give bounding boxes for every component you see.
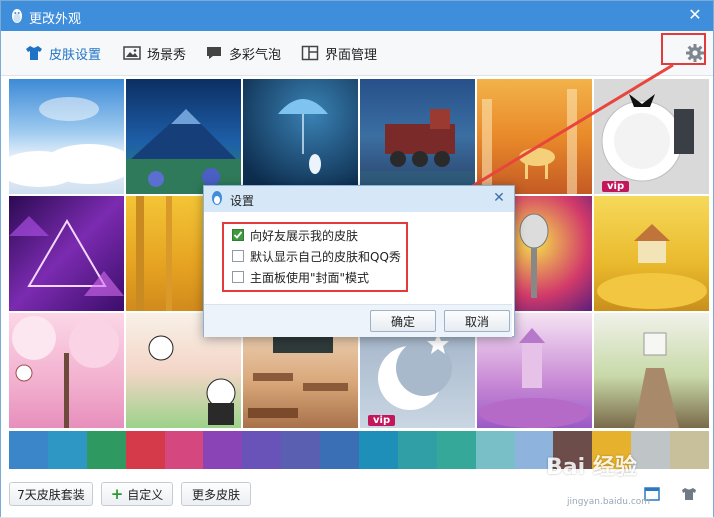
- dialog-title-bar[interactable]: 设置 ✕: [204, 186, 514, 212]
- checkbox[interactable]: [232, 271, 244, 283]
- option-label: 默认显示自己的皮肤和QQ秀: [250, 249, 401, 264]
- dialog-close-button[interactable]: ✕: [490, 189, 508, 207]
- dialog-footer: 确定 取消: [204, 304, 512, 337]
- checkmark-icon: [233, 231, 243, 239]
- button-label: 确定: [390, 314, 415, 329]
- option-cover-mode[interactable]: 主面板使用"封面"模式: [232, 268, 369, 286]
- button-label: 取消: [464, 314, 489, 329]
- dialog-title: 设置: [230, 194, 255, 208]
- checkbox[interactable]: [232, 250, 244, 262]
- appearance-window: 更改外观 ✕ 皮肤设置 场景秀 多彩气泡 界面管理 vip vip 7天皮肤套装…: [0, 0, 714, 517]
- option-default-show-own-skin[interactable]: 默认显示自己的皮肤和QQ秀: [232, 247, 401, 265]
- option-label: 主面板使用"封面"模式: [250, 270, 370, 285]
- checkbox-checked[interactable]: [232, 229, 244, 241]
- option-show-skin-to-friends[interactable]: 向好友展示我的皮肤: [232, 226, 358, 244]
- qq-penguin-icon: [212, 191, 222, 205]
- settings-dialog: 设置 ✕ 向好友展示我的皮肤 默认显示自己的皮肤和QQ秀 主面板使用"封面"模式…: [203, 185, 515, 337]
- ok-button[interactable]: 确定: [370, 310, 436, 332]
- close-icon: ✕: [493, 190, 505, 206]
- cancel-button[interactable]: 取消: [444, 310, 510, 332]
- option-label: 向好友展示我的皮肤: [250, 228, 359, 243]
